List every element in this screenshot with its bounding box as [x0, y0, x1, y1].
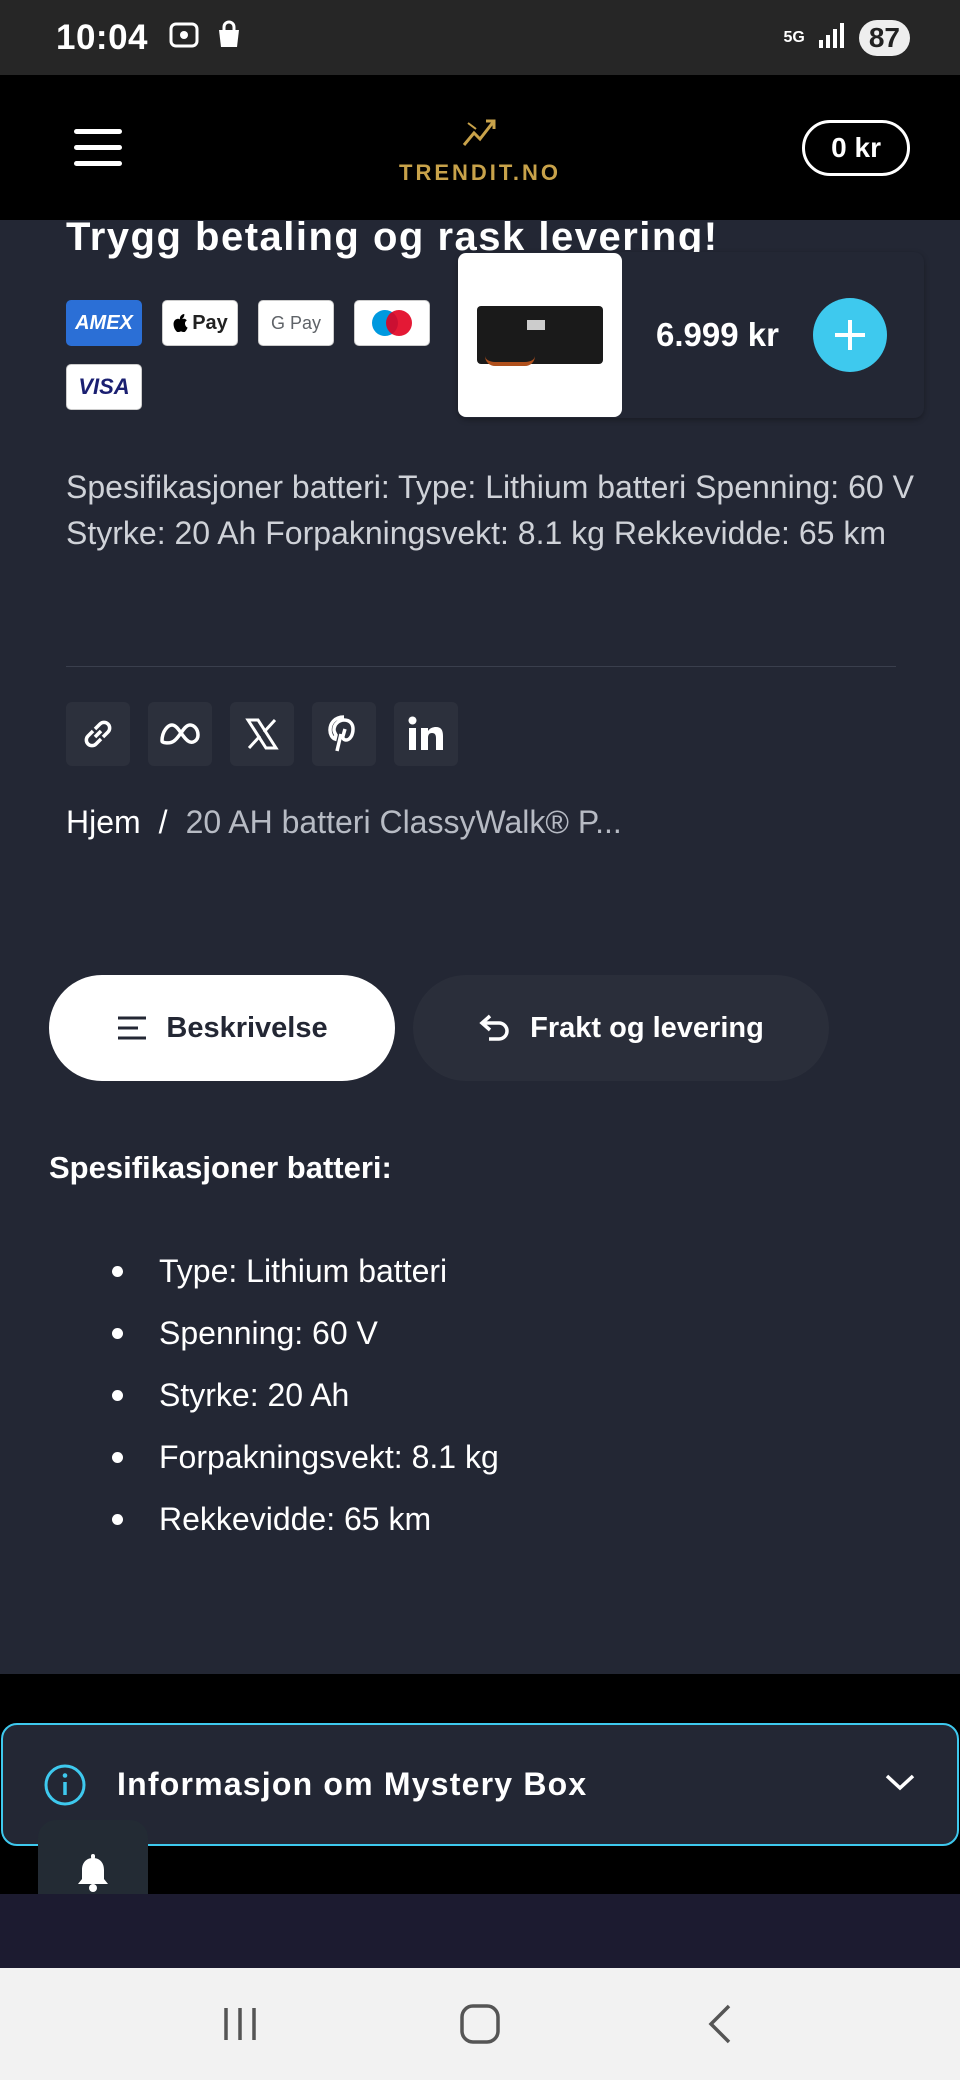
list-item: Styrke: 20 Ah [112, 1364, 499, 1426]
system-nav-bar [0, 1968, 960, 2080]
cart-button[interactable]: 0 kr [802, 119, 910, 176]
tab-shipping[interactable]: Frakt og levering [413, 975, 829, 1081]
description-heading: Spesifikasjoner batteri: [49, 1150, 392, 1185]
apple-pay-icon: Pay [162, 300, 238, 346]
x-icon [245, 718, 279, 750]
apple-pay-label: Pay [192, 311, 228, 334]
sticky-price: 6.999 kr [656, 316, 779, 353]
chevron-down-icon[interactable] [883, 1771, 917, 1798]
link-icon [84, 720, 112, 748]
share-pinterest-button[interactable] [312, 702, 376, 766]
linkedin-icon [408, 716, 443, 750]
footer-band [0, 1894, 960, 1968]
product-spec-summary: Spesifikasjoner batteri: Type: Lithium b… [66, 469, 914, 551]
site-header: TRENDIT.NO 0 kr [0, 75, 960, 220]
cart-total: 0 kr [831, 131, 881, 163]
trend-arrow-icon [462, 119, 496, 146]
screenshot-icon [168, 20, 200, 55]
list-item: Type: Lithium batteri [112, 1240, 499, 1302]
add-to-cart-button[interactable] [812, 298, 887, 372]
product-tabs: Beskrivelse Frakt og levering [49, 975, 829, 1081]
tab-shipping-label: Frakt og levering [530, 1011, 764, 1044]
menu-button[interactable] [74, 129, 122, 166]
status-bar: 10:04 5G 87 [0, 0, 960, 75]
divider [66, 666, 896, 667]
pinterest-icon [328, 715, 355, 752]
meta-icon [160, 723, 200, 745]
copy-link-button[interactable] [66, 702, 130, 766]
tab-description-label: Beskrivelse [166, 1011, 328, 1044]
signal-icon [817, 22, 847, 53]
lines-icon [118, 1016, 147, 1040]
back-icon [708, 2004, 731, 2044]
list-item: Spenning: 60 V [112, 1302, 499, 1364]
home-button[interactable] [440, 1989, 520, 2059]
share-linkedin-button[interactable] [394, 702, 458, 766]
logo-text: TRENDIT.NO [399, 160, 561, 185]
network-type: 5G [783, 28, 805, 46]
shopping-bag-icon [214, 20, 244, 55]
amex-card-icon: AMEX [66, 300, 142, 346]
google-pay-icon: G Pay [258, 300, 334, 346]
list-item: Forpakningsvekt: 8.1 kg [112, 1426, 499, 1488]
sticky-add-to-cart: 6.999 kr [458, 252, 924, 418]
list-item: Rekkevidde: 65 km [112, 1488, 499, 1550]
breadcrumb-current: 20 AH batteri ClassyWalk® P... [185, 804, 622, 840]
home-icon [460, 2004, 500, 2044]
status-time: 10:04 [56, 17, 149, 57]
product-thumbnail[interactable] [458, 253, 622, 417]
breadcrumb-separator: / [158, 804, 168, 840]
mystery-box-label: Informasjon om Mystery Box [117, 1766, 588, 1802]
battery-image [477, 306, 603, 366]
info-icon [44, 1764, 86, 1805]
site-logo[interactable]: TRENDIT.NO [399, 115, 561, 186]
back-button[interactable] [680, 1989, 760, 2059]
tab-description[interactable]: Beskrivelse [49, 975, 395, 1081]
plus-icon [834, 320, 865, 350]
recent-apps-button[interactable] [200, 1989, 280, 2059]
share-meta-button[interactable] [148, 702, 212, 766]
share-buttons [66, 702, 458, 766]
bell-icon [78, 1854, 108, 1892]
share-x-button[interactable] [230, 702, 294, 766]
visa-card-icon: VISA [66, 364, 142, 410]
return-arrow-icon [479, 1014, 509, 1041]
recent-apps-icon [224, 2008, 256, 2040]
battery-level: 87 [858, 19, 910, 56]
spec-list: Type: Lithium batteri Spenning: 60 V Sty… [112, 1240, 499, 1550]
breadcrumb: Hjem / 20 AH batteri ClassyWalk® P... [66, 804, 622, 841]
maestro-card-icon [354, 300, 430, 346]
breadcrumb-home[interactable]: Hjem [66, 804, 141, 841]
